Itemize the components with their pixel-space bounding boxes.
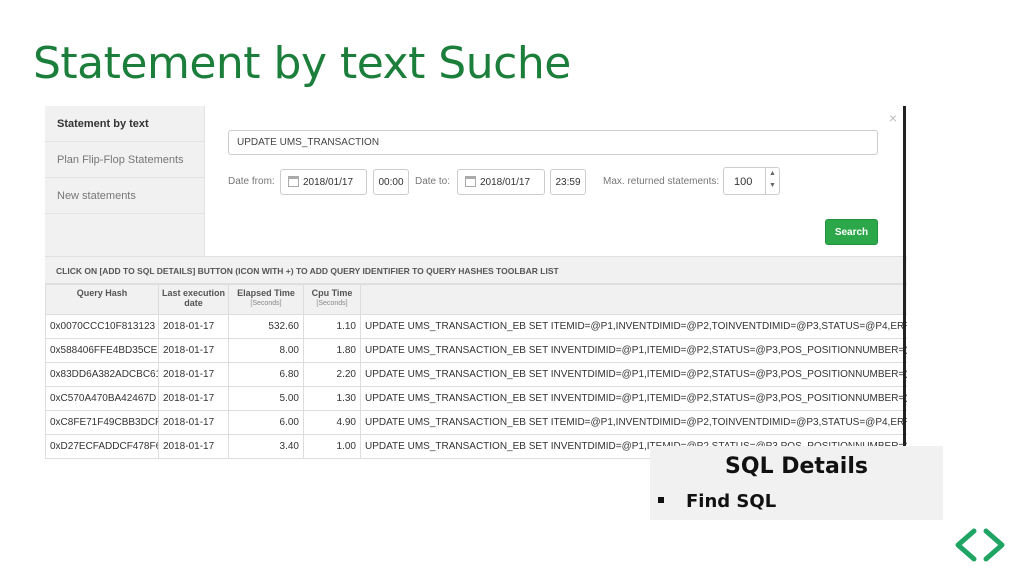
cell-date: 2018-01-17 <box>158 434 229 459</box>
sql-text-input[interactable]: UPDATE UMS_TRANSACTION <box>228 130 878 155</box>
cell-query-hash[interactable]: 0xC8FE71F49CBB3DCF <box>45 410 159 435</box>
cell-cpu: 2.20 <box>303 362 361 387</box>
cell-query-hash[interactable]: 0x588406FFE4BD35CE <box>45 338 159 363</box>
cell-cpu: 1.00 <box>303 434 361 459</box>
cell-cpu: 4.90 <box>303 410 361 435</box>
cell-elapsed: 8.00 <box>228 338 304 363</box>
slide-title: Statement by text Suche <box>33 38 571 89</box>
screenshot-edge <box>903 106 906 456</box>
cell-statement: UPDATE UMS_TRANSACTION_EB SET ITEMID=@P1… <box>360 314 907 339</box>
cell-query-hash[interactable]: 0x0070CCC10F813123 <box>45 314 159 339</box>
calendar-icon <box>465 176 476 187</box>
time-to-field[interactable]: 23:59 <box>550 169 586 195</box>
sidebar: Statement by text Plan Flip-Flop Stateme… <box>45 106 205 256</box>
cell-statement: UPDATE UMS_TRANSACTION_EB SET INVENTDIMI… <box>360 386 907 411</box>
search-button[interactable]: Search <box>825 219 878 245</box>
table-row[interactable]: 0x0070CCC10F813123 2018-01-17 532.60 1.1… <box>45 314 907 339</box>
cell-date: 2018-01-17 <box>158 314 229 339</box>
search-panel: × UPDATE UMS_TRANSACTION Date from: 2018… <box>205 106 907 256</box>
table-row[interactable]: 0x83DD6A382ADCBC61 2018-01-17 6.80 2.20 … <box>45 362 907 387</box>
calendar-icon <box>288 176 299 187</box>
sql-details-callout: SQL Details Find SQL <box>650 446 943 520</box>
cell-elapsed: 6.80 <box>228 362 304 387</box>
sidebar-item-new-statements[interactable]: New statements <box>45 178 204 214</box>
cell-statement: UPDATE UMS_TRANSACTION_EB SET INVENTDIMI… <box>360 338 907 363</box>
sql-details-title: SQL Details <box>725 454 868 479</box>
spinner[interactable]: ▲ ▼ <box>765 168 779 194</box>
time-from-field[interactable]: 00:00 <box>373 169 409 195</box>
cell-elapsed: 6.00 <box>228 410 304 435</box>
cell-statement: UPDATE UMS_TRANSACTION_EB SET INVENTDIMI… <box>360 362 907 387</box>
column-header-query-hash[interactable]: Query Hash <box>45 284 159 315</box>
column-header-cpu-time[interactable]: Cpu Time [Seconds] <box>303 284 361 315</box>
date-from-field[interactable]: 2018/01/17 <box>280 169 367 195</box>
results-table: Query Hash Last execution date Elapsed T… <box>45 284 907 459</box>
cell-query-hash[interactable]: 0x83DD6A382ADCBC61 <box>45 362 159 387</box>
app-screenshot: Statement by text Plan Flip-Flop Stateme… <box>45 106 907 466</box>
chevrons-logo-icon <box>955 528 1005 562</box>
cell-cpu: 1.80 <box>303 338 361 363</box>
table-row[interactable]: 0x588406FFE4BD35CE 2018-01-17 8.00 1.80 … <box>45 338 907 363</box>
table-row[interactable]: 0xC570A470BA42467D 2018-01-17 5.00 1.30 … <box>45 386 907 411</box>
cell-cpu: 1.30 <box>303 386 361 411</box>
date-to-field[interactable]: 2018/01/17 <box>457 169 545 195</box>
cell-date: 2018-01-17 <box>158 362 229 387</box>
close-icon[interactable]: × <box>889 110 897 126</box>
sidebar-item-statement-by-text[interactable]: Statement by text <box>45 106 204 142</box>
cell-date: 2018-01-17 <box>158 338 229 363</box>
notice-text: CLICK ON [ADD TO SQL DETAILS] BUTTON (IC… <box>45 256 907 284</box>
sidebar-item-plan-flip-flop[interactable]: Plan Flip-Flop Statements <box>45 142 204 178</box>
cell-elapsed: 5.00 <box>228 386 304 411</box>
date-from-label: Date from: <box>228 176 275 187</box>
bullet-icon <box>658 497 664 503</box>
column-header-elapsed-time[interactable]: Elapsed Time [Seconds] <box>228 284 304 315</box>
cell-statement: UPDATE UMS_TRANSACTION_EB SET ITEMID=@P1… <box>360 410 907 435</box>
cell-query-hash[interactable]: 0xD27ECFADDCF478F6 <box>45 434 159 459</box>
max-statements-label: Max. returned statements: <box>603 176 720 187</box>
cell-query-hash[interactable]: 0xC570A470BA42467D <box>45 386 159 411</box>
max-statements-input[interactable]: 100 ▲ ▼ <box>723 167 780 195</box>
table-row[interactable]: 0xC8FE71F49CBB3DCF 2018-01-17 6.00 4.90 … <box>45 410 907 435</box>
max-statements-value: 100 <box>734 176 753 188</box>
date-to-label: Date to: <box>415 176 451 187</box>
table-header-row: Query Hash Last execution date Elapsed T… <box>45 284 907 315</box>
cell-date: 2018-01-17 <box>158 386 229 411</box>
column-header-statement <box>360 284 907 315</box>
date-from-value: 2018/01/17 <box>303 177 354 188</box>
cell-cpu: 1.10 <box>303 314 361 339</box>
spinner-down-icon[interactable]: ▼ <box>766 180 779 192</box>
spinner-up-icon[interactable]: ▲ <box>766 168 779 180</box>
date-to-value: 2018/01/17 <box>480 177 531 188</box>
cell-date: 2018-01-17 <box>158 410 229 435</box>
find-sql-item: Find SQL <box>686 491 777 512</box>
cell-elapsed: 3.40 <box>228 434 304 459</box>
column-header-last-execution[interactable]: Last execution date <box>158 284 229 315</box>
cell-elapsed: 532.60 <box>228 314 304 339</box>
